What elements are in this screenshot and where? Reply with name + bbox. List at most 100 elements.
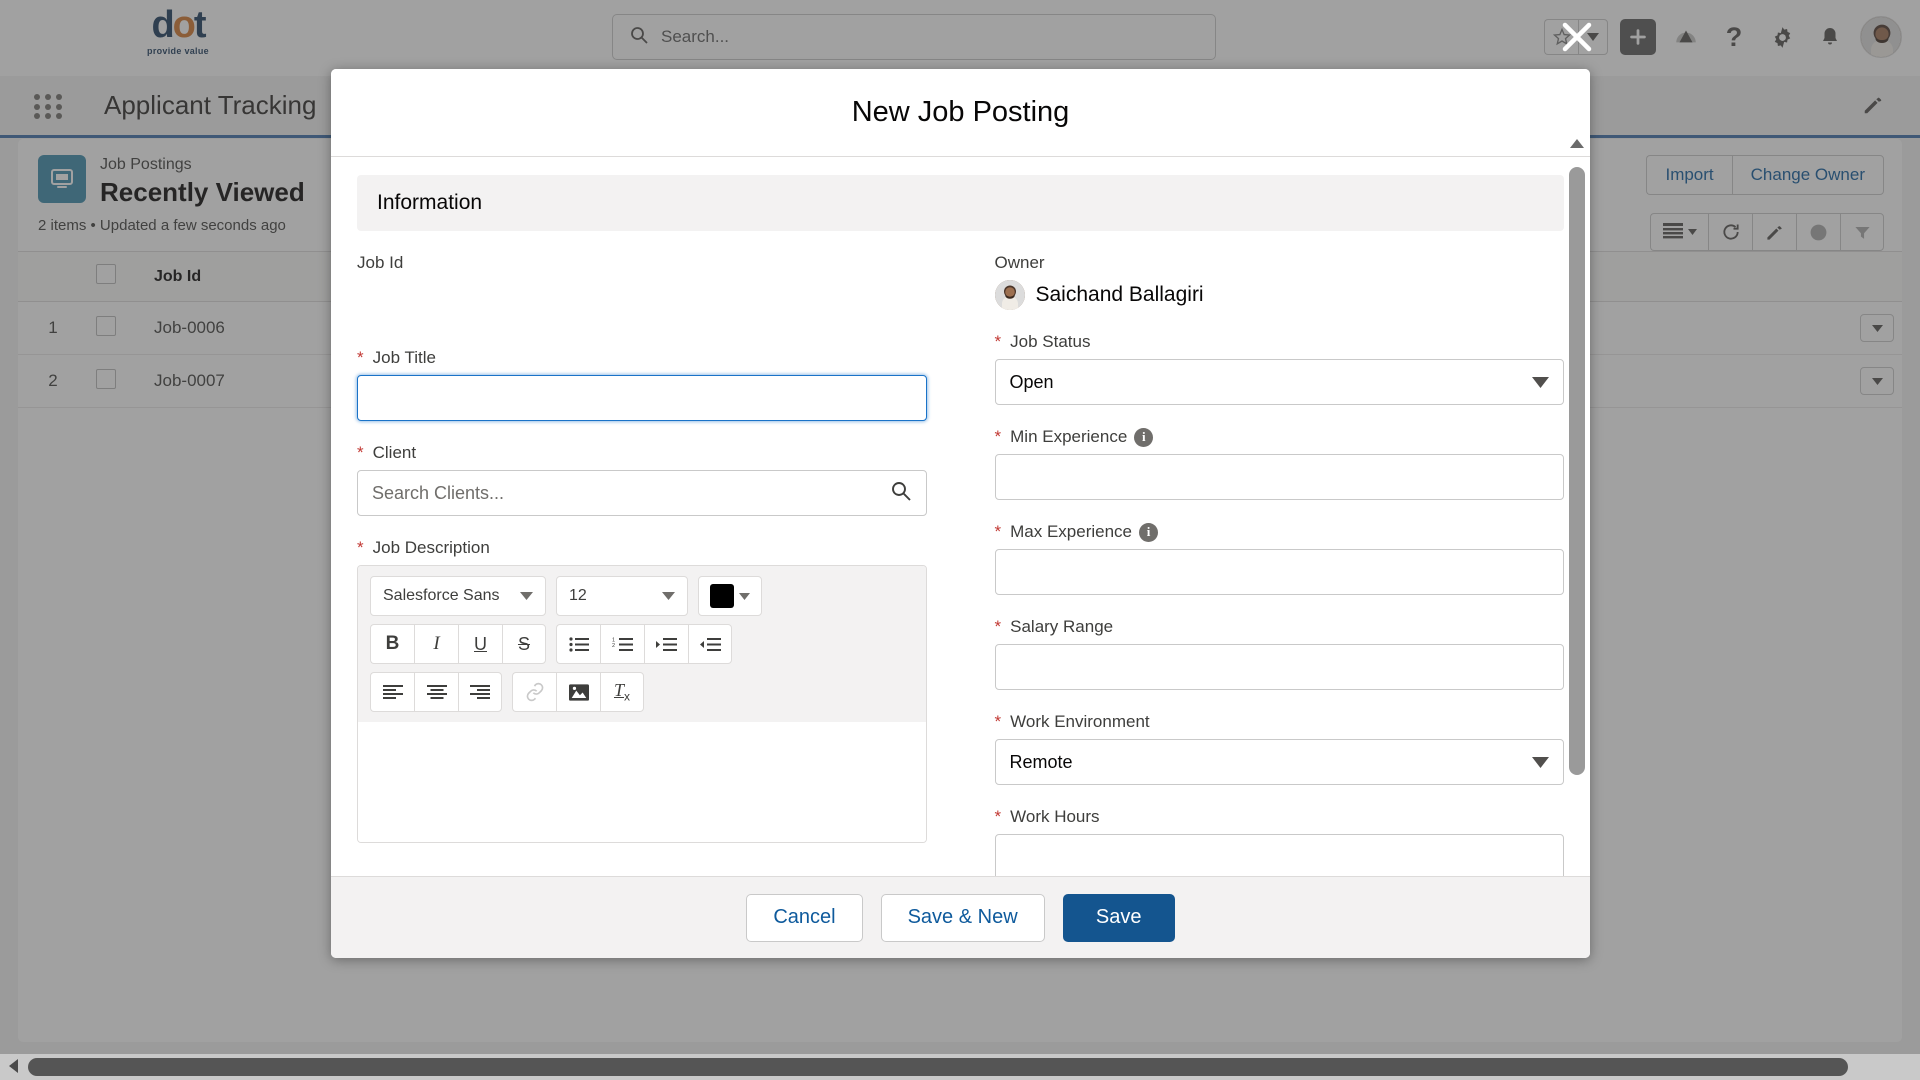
job-title-input[interactable] [357,375,927,421]
form-grid: Job Id * Job Title * Client Search Clien… [357,253,1564,876]
form-column-left: Job Id * Job Title * Client Search Clien… [357,253,927,876]
rte-row-align: Tx [370,672,914,712]
horizontal-scroll-track[interactable] [26,1054,1920,1080]
field-job-title: * Job Title [357,348,927,421]
field-label-salary-range: * Salary Range [995,617,1565,637]
insert-group: Tx [512,672,644,712]
align-center-icon[interactable] [414,672,458,712]
search-icon[interactable] [890,480,912,507]
bold-icon[interactable]: B [370,624,414,664]
rte-row-format: B I U S 1 2 [370,624,914,664]
font-family-select[interactable]: Salesforce Sans [370,576,546,616]
horizontal-scroll-thumb[interactable] [28,1058,1848,1076]
section-header-information: Information [357,175,1564,231]
list-indent-group: 1 2 [556,624,732,664]
label-text-job-id: Job Id [357,253,404,272]
modal-title: New Job Posting [851,96,1070,128]
job-status-select[interactable]: Open [994,359,1564,405]
field-label-work-environment: * Work Environment [995,712,1565,732]
bulleted-list-icon[interactable] [556,624,600,664]
scroll-left-arrow-icon[interactable] [0,1058,26,1076]
underline-icon[interactable]: U [458,624,502,664]
close-icon[interactable] [1558,18,1596,56]
required-asterisk: * [357,348,364,367]
cancel-button[interactable]: Cancel [746,893,863,942]
modal-scrollbar-thumb[interactable] [1569,167,1585,775]
remove-format-icon[interactable]: Tx [600,672,644,712]
rich-text-toolbar: Salesforce Sans 12 B I U S 1 2 Tx [358,566,926,722]
image-icon[interactable] [556,672,600,712]
align-right-icon[interactable] [458,672,502,712]
min-experience-input[interactable] [994,454,1564,500]
numbered-list-icon[interactable]: 1 2 [600,624,644,664]
rte-row-font: Salesforce Sans 12 [370,576,914,616]
chevron-down-icon [1532,756,1549,768]
font-size-select[interactable]: 12 [556,576,688,616]
page-horizontal-scrollbar[interactable] [0,1054,1920,1080]
outdent-icon[interactable] [688,624,732,664]
job-description-editor-body[interactable] [358,722,926,842]
label-text-job-description: Job Description [372,538,490,557]
required-asterisk: * [994,712,1002,731]
work-environment-value: Remote [1009,751,1073,772]
field-job-description: * Job Description Salesforce Sans 12 B I… [357,538,927,843]
modal-body: Information Job Id * Job Title * Client … [331,157,1590,876]
work-hours-input[interactable] [994,834,1564,876]
required-asterisk: * [357,538,364,557]
modal-header: New Job Posting [331,69,1590,157]
avatar [994,280,1025,310]
scroll-up-arrow-icon[interactable] [1566,139,1588,151]
job-status-value: Open [1009,371,1054,392]
field-owner: Owner Saichand Ballagiri [994,253,1565,310]
owner-name[interactable]: Saichand Ballagiri [1036,283,1204,307]
align-left-icon[interactable] [370,672,414,712]
field-work-environment: * Work Environment Remote [994,712,1565,785]
link-icon[interactable] [512,672,556,712]
label-text-min-experience: Min Experience [1010,427,1128,446]
field-max-experience: * Max Experience i [994,522,1565,595]
label-text-owner: Owner [994,253,1045,272]
required-asterisk: * [994,427,1002,446]
required-asterisk: * [994,617,1002,636]
field-label-job-status: * Job Status [995,332,1565,352]
strikethrough-icon[interactable]: S [502,624,546,664]
alignment-group [370,672,502,712]
field-work-hours: * Work Hours [994,807,1565,876]
indent-icon[interactable] [644,624,688,664]
label-text-salary-range: Salary Range [1010,617,1114,636]
work-environment-select[interactable]: Remote [994,739,1564,785]
label-text-work-hours: Work Hours [1010,807,1100,826]
label-text-max-experience: Max Experience [1010,522,1133,541]
chevron-down-icon [739,592,750,600]
modal-footer: Cancel Save & New Save [331,876,1590,958]
label-text-job-status: Job Status [1010,332,1091,351]
field-label-owner: Owner [995,253,1565,273]
new-job-posting-modal: New Job Posting Information Job Id * Job… [331,69,1590,958]
field-label-work-hours: * Work Hours [995,807,1565,827]
client-search-input[interactable]: Search Clients... [357,470,927,516]
text-color-picker[interactable] [698,576,762,616]
save-button[interactable]: Save [1062,893,1175,942]
max-experience-input[interactable] [994,549,1564,595]
color-swatch [710,584,734,608]
info-icon[interactable]: i [1139,522,1159,542]
label-text-client: Client [372,443,417,462]
rich-text-editor: Salesforce Sans 12 B I U S 1 2 Tx [357,565,927,843]
italic-icon[interactable]: I [414,624,458,664]
font-family-value: Salesforce Sans [383,587,500,604]
field-label-max-experience: * Max Experience i [995,522,1565,542]
field-label-client: * Client [357,443,927,463]
save-and-new-button[interactable]: Save & New [880,893,1045,942]
field-job-id: Job Id [357,253,927,326]
salary-range-input[interactable] [994,644,1564,690]
label-text-job-title: Job Title [372,348,436,367]
form-column-right: Owner Saichand Ballagiri * Job Status Op… [994,253,1565,876]
modal-scrollbar[interactable] [1566,139,1588,858]
required-asterisk: * [994,807,1002,826]
field-client: * Client Search Clients... [357,443,927,516]
field-salary-range: * Salary Range [994,617,1565,690]
client-placeholder: Search Clients... [372,482,505,503]
info-icon[interactable]: i [1134,427,1154,447]
chevron-down-icon [520,592,533,600]
required-asterisk: * [357,443,364,462]
